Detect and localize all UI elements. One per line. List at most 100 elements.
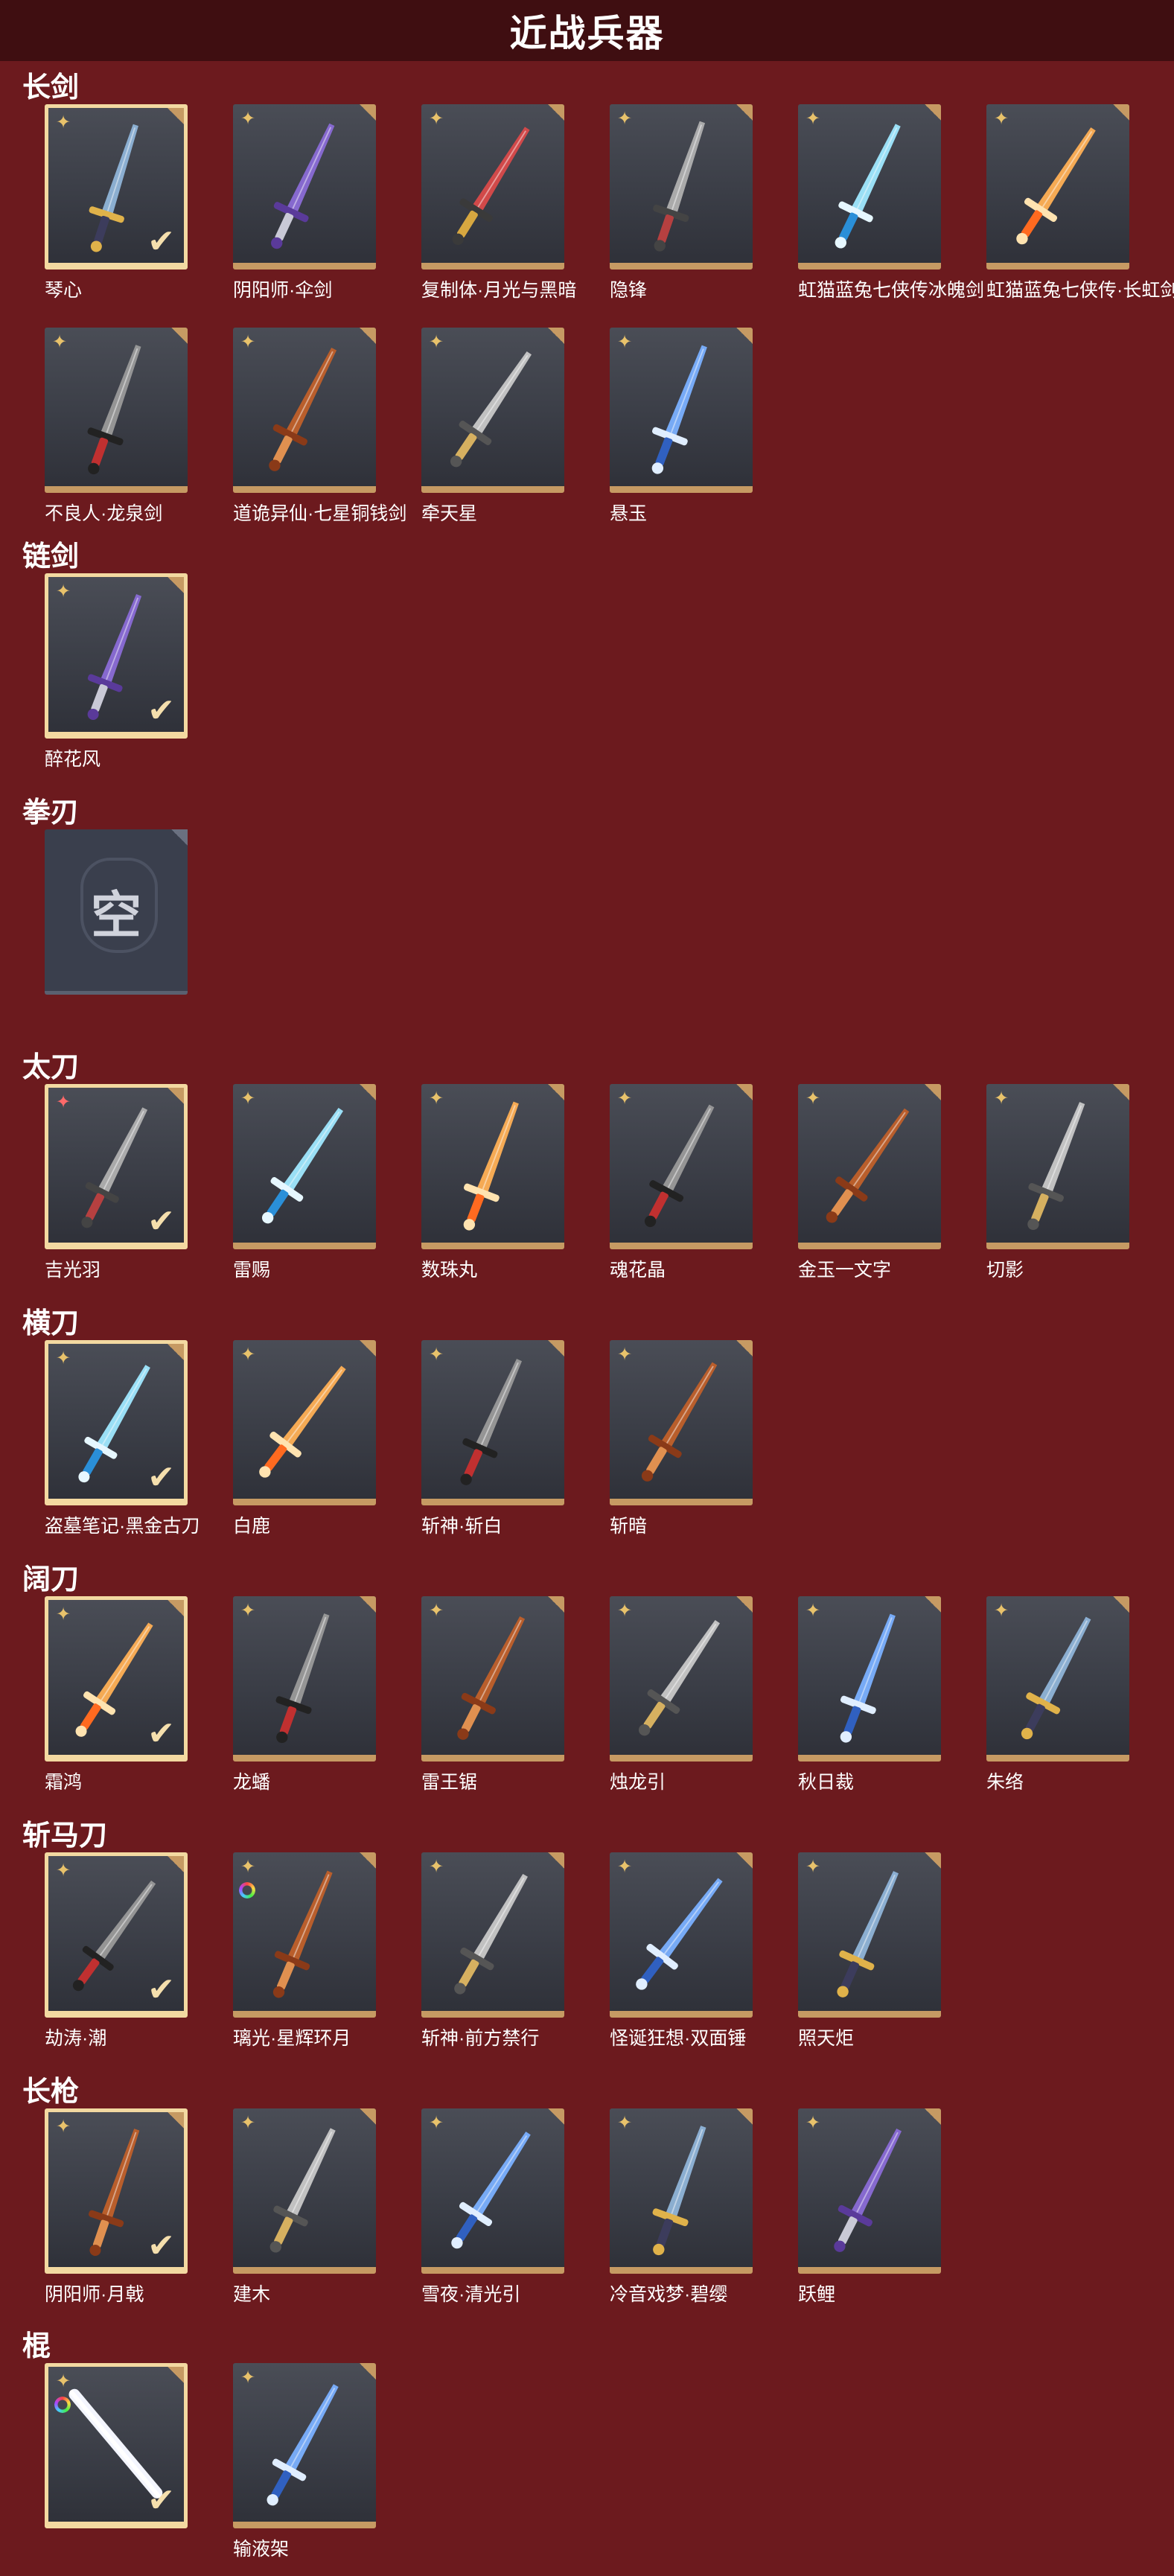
section-title: 横刀 [22, 1308, 80, 1339]
weapon-name: 建木 [233, 2284, 271, 2305]
rainbow-ring-icon [54, 2397, 71, 2413]
weapon-card[interactable]: ✦ [233, 1852, 376, 2018]
weapon-item[interactable]: ✦ ✔ 盗墓笔记·黑金古刀 [45, 1340, 200, 1538]
weapon-item[interactable]: ✦ 烛龙引 [610, 1596, 753, 1794]
sparkle-icon: ✦ [616, 1088, 633, 1109]
weapon-card[interactable]: ✦ [233, 1340, 376, 1505]
weapon-item[interactable]: ✦ 冷音戏梦·碧缨 [610, 2108, 753, 2306]
weapon-item[interactable]: ✦ 复制体·月光与黑暗 [421, 104, 576, 302]
corner-fold-icon [168, 2367, 184, 2383]
weapon-item[interactable]: ✦ ✔ 醉花风 [45, 573, 188, 771]
corner-fold-icon [360, 1596, 376, 1613]
weapon-card[interactable]: ✦ [798, 1596, 941, 1762]
weapon-card[interactable]: ✦ ✔ [45, 1852, 188, 2018]
weapon-card[interactable]: ✦ [798, 1084, 941, 1249]
weapon-card[interactable]: ✦ ✔ [45, 2108, 188, 2274]
weapon-item[interactable]: ✦ 雪夜·清光引 [421, 2108, 564, 2306]
weapon-item[interactable]: ✦ 雷王锯 [421, 1596, 564, 1794]
weapon-card[interactable]: ✦ [610, 1084, 753, 1249]
sparkle-icon: ✦ [428, 1088, 444, 1109]
weapon-card[interactable]: ✦ [610, 2108, 753, 2274]
weapon-name: 朱络 [986, 1772, 1024, 1793]
weapon-item[interactable]: ✦ 悬玉 [610, 328, 753, 526]
weapon-item[interactable]: ✦ 阴阳师·伞剑 [233, 104, 376, 302]
weapon-item[interactable]: ✦ 虹猫蓝兔七侠传·长虹剑 [986, 104, 1174, 302]
weapon-card[interactable]: ✦ ✔ [45, 2363, 188, 2528]
weapon-card[interactable]: ✦ ✔ [45, 573, 188, 739]
weapon-item[interactable]: ✦ 璃光·星辉环月 [233, 1852, 376, 2050]
corner-fold-icon [736, 1340, 753, 1356]
weapon-card[interactable]: ✦ [610, 1596, 753, 1762]
weapon-item[interactable]: ✦ 道诡异仙·七星铜钱剑 [233, 328, 406, 526]
weapon-card[interactable]: ✦ [233, 2363, 376, 2528]
weapon-card[interactable]: ✦ [610, 328, 753, 493]
sparkle-icon: ✦ [616, 109, 633, 129]
weapon-item[interactable]: ✦ 不良人·龙泉剑 [45, 328, 188, 526]
weapon-card[interactable]: ✦ [610, 1340, 753, 1505]
weapon-item[interactable]: ✦ 隐锋 [610, 104, 753, 302]
weapon-card[interactable]: ✦ [798, 104, 941, 270]
weapon-card[interactable]: ✦ [610, 1852, 753, 2018]
sparkle-icon: ✦ [55, 1348, 71, 1368]
weapon-card[interactable]: ✦ [421, 1852, 564, 2018]
weapon-item[interactable]: ✦ 虹猫蓝兔七侠传冰魄剑 [798, 104, 984, 302]
weapon-card[interactable]: ✦ [421, 1340, 564, 1505]
weapon-name: 斩神·前方禁行 [421, 2028, 540, 2049]
weapon-card[interactable]: ✦ [421, 1084, 564, 1249]
weapon-item[interactable]: ✦ 数珠丸 [421, 1084, 564, 1282]
weapon-item[interactable]: ✦ 朱络 [986, 1596, 1129, 1794]
corner-fold-icon [360, 1852, 376, 1869]
weapon-card[interactable]: ✦ ✔ [45, 104, 188, 270]
weapon-item[interactable]: ✦ 斩神·前方禁行 [421, 1852, 564, 2050]
checkmark-icon: ✔ [147, 2228, 175, 2264]
weapon-item[interactable]: ✦ 龙蟠 [233, 1596, 376, 1794]
weapon-card[interactable]: ✦ [421, 1596, 564, 1762]
weapon-item[interactable]: ✦ ✔ 阴阳师·月戟 [45, 2108, 188, 2306]
sparkle-icon: ✦ [55, 2371, 71, 2391]
corner-fold-icon [925, 104, 941, 121]
weapon-card[interactable]: ✦ ✔ [45, 1084, 188, 1249]
sparkle-icon: ✦ [240, 1857, 256, 1877]
weapon-card[interactable]: ✦ [233, 328, 376, 493]
weapon-item[interactable]: ✦ 怪诞狂想·双面锤 [610, 1852, 753, 2050]
weapon-card[interactable]: ✦ [798, 1852, 941, 2018]
weapon-card[interactable]: ✦ [421, 328, 564, 493]
weapon-item[interactable]: ✦ ✔ 琴心 [45, 104, 188, 302]
weapon-item[interactable]: ✦ 照天炬 [798, 1852, 941, 2050]
weapon-name: 吉光羽 [45, 1260, 101, 1281]
weapon-card[interactable]: ✦ ✔ [45, 1340, 188, 1505]
weapon-item[interactable]: ✦ 魂花晶 [610, 1084, 753, 1282]
weapon-item[interactable]: ✦ ✔ 霜鸿 [45, 1596, 188, 1794]
weapon-item[interactable]: ✦ ✔ 吉光羽 [45, 1084, 188, 1282]
weapon-item[interactable]: ✦ ✔ [45, 2363, 188, 2534]
weapon-card[interactable]: ✦ [610, 104, 753, 270]
weapon-card[interactable]: ✦ [233, 1084, 376, 1249]
weapon-card[interactable]: ✦ ✔ [45, 1596, 188, 1762]
weapon-card[interactable]: ✦ [421, 104, 564, 270]
weapon-item[interactable]: ✦ 雷赐 [233, 1084, 376, 1282]
weapon-item[interactable]: ✦ 斩暗 [610, 1340, 753, 1538]
weapon-item[interactable]: ✦ ✔ 劫涛·潮 [45, 1852, 188, 2050]
weapon-item[interactable]: ✦ 切影 [986, 1084, 1129, 1282]
weapon-item[interactable]: ✦ 跃鲤 [798, 2108, 941, 2306]
weapon-card[interactable]: ✦ [421, 2108, 564, 2274]
weapon-name: 阴阳师·伞剑 [233, 280, 333, 301]
weapon-item[interactable]: ✦ 秋日裁 [798, 1596, 941, 1794]
weapon-card[interactable]: ✦ [986, 104, 1129, 270]
weapon-item[interactable]: ✦ 金玉一文字 [798, 1084, 941, 1282]
weapon-item[interactable]: ✦ 斩神·斩白 [421, 1340, 564, 1538]
weapon-card[interactable]: ✦ [45, 328, 188, 493]
corner-fold-icon [736, 1852, 753, 1869]
weapon-card[interactable]: ✦ [986, 1596, 1129, 1762]
empty-slot[interactable]: 空 [45, 829, 188, 995]
weapon-item[interactable]: ✦ 建木 [233, 2108, 376, 2306]
weapon-item[interactable]: ✦ 输液架 [233, 2363, 376, 2561]
weapon-card[interactable]: ✦ [233, 1596, 376, 1762]
sparkle-icon: ✦ [55, 112, 71, 133]
weapon-item[interactable]: ✦ 牵天星 [421, 328, 564, 526]
weapon-card[interactable]: ✦ [233, 2108, 376, 2274]
weapon-item[interactable]: ✦ 白鹿 [233, 1340, 376, 1538]
weapon-card[interactable]: ✦ [986, 1084, 1129, 1249]
weapon-card[interactable]: ✦ [233, 104, 376, 270]
weapon-card[interactable]: ✦ [798, 2108, 941, 2274]
